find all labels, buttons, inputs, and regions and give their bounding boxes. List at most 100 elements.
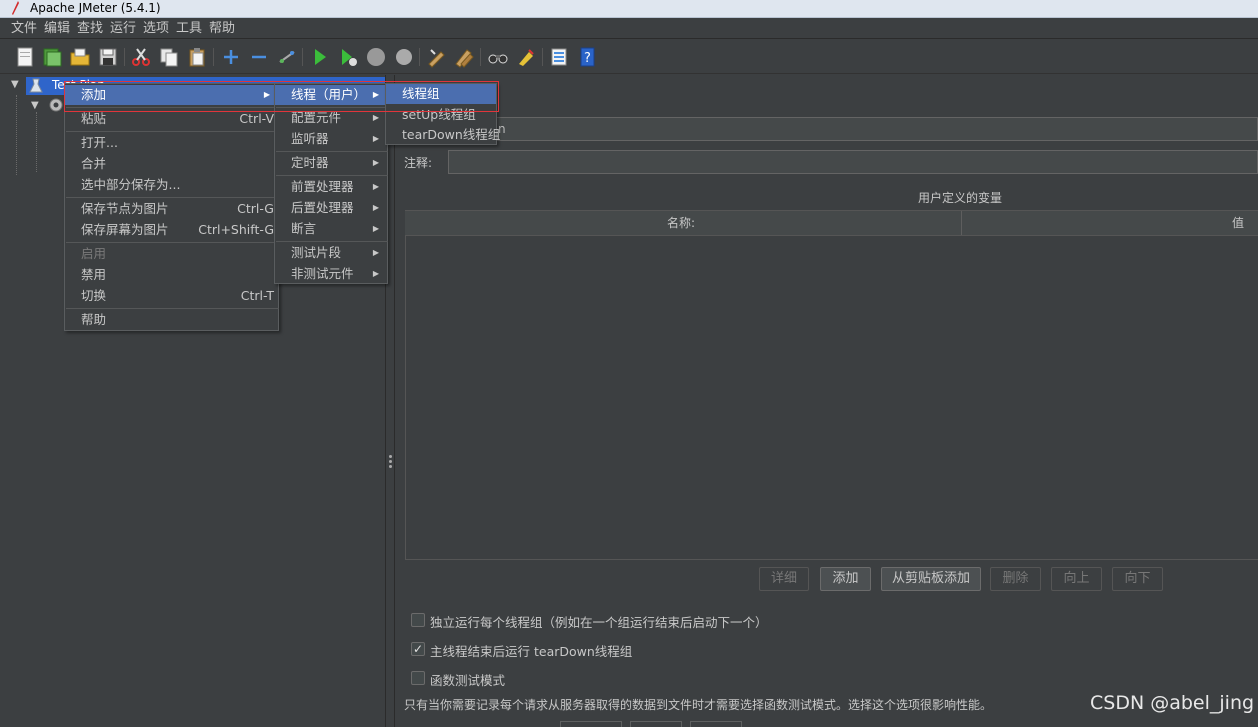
menu-options[interactable]: 选项	[143, 21, 169, 37]
context-menu-help[interactable]: 帮助	[65, 310, 278, 330]
expand-icon[interactable]	[220, 46, 242, 68]
column-value-header[interactable]: 值	[1232, 211, 1244, 235]
submenu-arrow-icon: ▶	[372, 134, 379, 143]
submenu-arrow-icon: ▶	[372, 182, 379, 191]
menu-run[interactable]: 运行	[110, 21, 136, 37]
divider-grip-dot	[389, 460, 392, 463]
variables-table-header: 名称: 值	[405, 210, 1258, 236]
add-button[interactable]: 添加	[820, 567, 871, 591]
toolbar: ?	[0, 40, 1258, 74]
menu-help[interactable]: 帮助	[209, 21, 235, 37]
variables-table-body[interactable]	[405, 236, 1258, 560]
column-divider	[961, 211, 962, 235]
clear-icon[interactable]	[425, 46, 447, 68]
name-field[interactable]: n	[448, 117, 1258, 141]
submenu-non-test-elements[interactable]: 非测试元件 ▶	[275, 264, 387, 284]
start-no-pause-icon[interactable]	[337, 46, 359, 68]
thread-group-gear-icon	[49, 98, 63, 112]
context-menu-toggle[interactable]: 切换 Ctrl-T	[65, 286, 278, 306]
add-submenu: 线程（用户） ▶ 配置元件 ▶ 监听器 ▶ 定时器 ▶ 前置处理器 ▶ 后置处理器 ▶ 断言…	[274, 83, 388, 284]
functional-mode-note: 只有当你需要记录每个请求从服务器取得的数据到文件时才需要选择函数测试模式。选择这…	[404, 698, 993, 712]
delete-classpath-button-partial[interactable]	[690, 721, 742, 727]
title-bar: Apache JMeter (5.4.1)	[0, 0, 1258, 18]
toggle-icon[interactable]	[276, 46, 298, 68]
checkbox-box-checked[interactable]: ✓	[411, 642, 425, 656]
context-menu-disable[interactable]: 禁用	[65, 265, 278, 285]
menu-separator	[276, 151, 388, 152]
threads-teardown-thread-group[interactable]: tearDown线程组	[386, 125, 500, 145]
submenu-arrow-icon: ▶	[372, 203, 379, 212]
comment-label: 注释:	[404, 156, 433, 170]
add-from-clipboard-button[interactable]: 从剪贴板添加	[881, 567, 981, 591]
move-down-button[interactable]: 向下	[1112, 567, 1163, 591]
watermark: CSDN @abel_jing	[1090, 692, 1255, 714]
tree-child-expand-arrow-icon[interactable]: ▼	[31, 100, 39, 111]
shutdown-icon[interactable]	[393, 46, 415, 68]
context-menu-save-node-image[interactable]: 保存节点为图片 Ctrl-G	[65, 199, 278, 219]
submenu-pre-processors[interactable]: 前置处理器 ▶	[275, 177, 387, 197]
menu-edit[interactable]: 编辑	[44, 21, 70, 37]
new-icon[interactable]	[14, 46, 36, 68]
submenu-assertions[interactable]: 断言 ▶	[275, 219, 387, 239]
context-menu-save-screen-image[interactable]: 保存屏幕为图片 Ctrl+Shift-G	[65, 220, 278, 240]
browse-button-partial[interactable]	[630, 721, 682, 727]
menu-separator	[276, 241, 388, 242]
submenu-post-processors[interactable]: 后置处理器 ▶	[275, 198, 387, 218]
move-up-button[interactable]: 向上	[1051, 567, 1102, 591]
toolbar-separator	[213, 48, 214, 66]
menu-separator	[66, 197, 279, 198]
search-icon[interactable]	[487, 46, 509, 68]
templates-icon[interactable]	[41, 46, 63, 68]
submenu-listeners[interactable]: 监听器 ▶	[275, 129, 387, 149]
save-icon[interactable]	[97, 46, 119, 68]
divider-grip-dot	[389, 465, 392, 468]
comment-field[interactable]	[448, 150, 1258, 174]
collapse-icon[interactable]	[248, 46, 270, 68]
checkbox-label: 函数测试模式	[430, 673, 506, 688]
open-icon[interactable]	[69, 46, 91, 68]
submenu-arrow-icon: ▶	[372, 158, 379, 167]
toolbar-separator	[302, 48, 303, 66]
user-variables-title: 用户定义的变量	[918, 191, 1003, 205]
clear-all-icon[interactable]	[453, 46, 475, 68]
menu-tools[interactable]: 工具	[176, 21, 202, 37]
menu-separator	[66, 308, 279, 309]
context-menu: 添加 ▶ 粘贴 Ctrl-V 打开... 合并 选中部分保存为... 保存节点为图片…	[64, 83, 279, 331]
classpath-button-partial[interactable]	[560, 721, 622, 727]
function-helper-icon[interactable]	[548, 46, 570, 68]
reset-search-icon[interactable]	[515, 46, 537, 68]
checkbox-box[interactable]	[411, 613, 425, 627]
checkbox-box[interactable]	[411, 671, 425, 685]
divider-grip-dot	[389, 455, 392, 458]
tree-expand-arrow-icon[interactable]: ▼	[11, 79, 19, 90]
delete-button[interactable]: 删除	[990, 567, 1041, 591]
start-icon[interactable]	[309, 46, 331, 68]
context-menu-paste[interactable]: 粘贴 Ctrl-V	[65, 109, 278, 129]
menu-file[interactable]: 文件	[11, 21, 37, 37]
context-menu-save-selection[interactable]: 选中部分保存为...	[65, 175, 278, 195]
tree-guide-line	[16, 95, 17, 175]
menu-separator	[66, 131, 279, 132]
window-title: Apache JMeter (5.4.1)	[30, 1, 161, 15]
submenu-arrow-icon: ▶	[372, 224, 379, 233]
menu-search[interactable]: 查找	[77, 21, 103, 37]
context-menu-enable[interactable]: 启用	[65, 244, 278, 264]
context-menu-open[interactable]: 打开...	[65, 133, 278, 153]
stop-icon[interactable]	[365, 46, 387, 68]
submenu-test-fragment[interactable]: 测试片段 ▶	[275, 243, 387, 263]
toolbar-separator	[480, 48, 481, 66]
detail-button[interactable]: 详细	[759, 567, 809, 591]
checkbox-label: 独立运行每个线程组（例如在一个组运行结束后启动下一个）	[430, 615, 768, 630]
help-icon[interactable]: ?	[576, 46, 598, 68]
checkbox-label: 主线程结束后运行 tearDown线程组	[430, 644, 633, 659]
test-plan-icon	[29, 78, 43, 93]
column-name-header[interactable]: 名称:	[667, 211, 695, 235]
annotation-highlight-box	[64, 81, 499, 112]
paste-icon[interactable]	[186, 46, 208, 68]
cut-icon[interactable]	[130, 46, 152, 68]
toolbar-separator	[419, 48, 420, 66]
copy-icon[interactable]	[158, 46, 180, 68]
submenu-timers[interactable]: 定时器 ▶	[275, 153, 387, 173]
context-menu-merge[interactable]: 合并	[65, 154, 278, 174]
menu-separator	[66, 242, 279, 243]
